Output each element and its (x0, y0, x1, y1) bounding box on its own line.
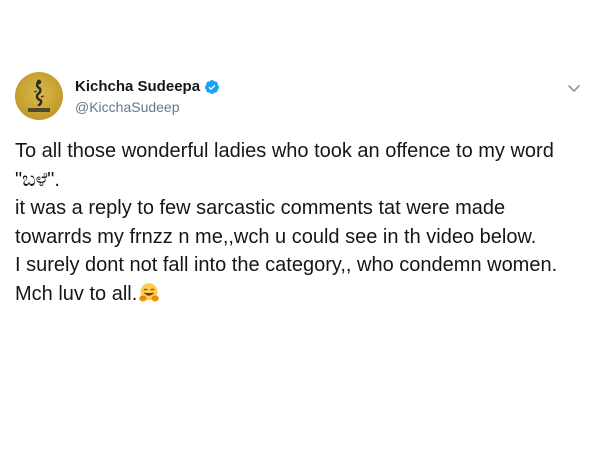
tweet-line: it was a reply to few sarcastic comments… (15, 197, 537, 248)
user-handle[interactable]: @KicchaSudeep (75, 99, 180, 115)
tweet-line: To all those wonderful ladies who took a… (15, 140, 554, 191)
chevron-down-icon[interactable] (567, 84, 581, 94)
display-name[interactable]: Kichcha Sudeepa (75, 78, 200, 95)
avatar[interactable] (15, 72, 63, 120)
user-name-row: Kichcha Sudeepa (75, 78, 220, 95)
hugging-face-emoji (139, 282, 160, 302)
verified-badge-icon (205, 79, 220, 94)
tweet-text: To all those wonderful ladies who took a… (15, 137, 585, 308)
tweet-line: Mch luv to all. (15, 282, 138, 305)
tweet-line: I surely dont not fall into the category… (15, 254, 558, 276)
tweet-card: Kichcha Sudeepa @KicchaSudeep To all tho… (0, 0, 600, 450)
avatar-emblem-icon (28, 79, 50, 112)
tweet-line-last: Mch luv to all. (15, 280, 585, 309)
